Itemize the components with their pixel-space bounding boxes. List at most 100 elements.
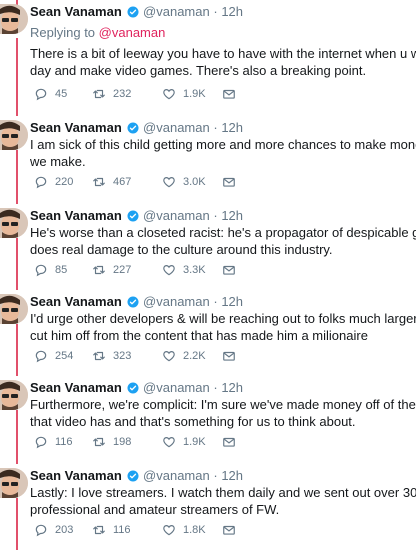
tweet[interactable]: Sean Vanaman @vanaman · 12h Lastly: I lo…: [0, 464, 416, 550]
tweet-thread: Sean Vanaman @vanaman · 12h Replying to …: [0, 0, 416, 550]
direct-message-button[interactable]: [222, 87, 236, 104]
timestamp[interactable]: 12h: [221, 120, 243, 135]
reply-mention-link[interactable]: @vanaman: [99, 25, 166, 40]
envelope-icon: [223, 265, 235, 275]
retweet-count: 198: [113, 436, 132, 448]
tweet-text-line: Lastly: I love streamers. I watch them d…: [30, 485, 416, 500]
reply-count: 45: [55, 88, 68, 100]
author-name[interactable]: Sean Vanaman: [30, 294, 122, 309]
separator-dot: ·: [213, 468, 218, 483]
like-count: 3.0K: [183, 176, 206, 188]
reply-icon: [35, 88, 47, 101]
author-handle[interactable]: @vanaman: [143, 380, 210, 395]
verified-badge-icon: [127, 210, 139, 222]
direct-message-button[interactable]: [222, 175, 236, 192]
retweet-button[interactable]: 227: [92, 263, 131, 277]
separator-dot: ·: [213, 4, 218, 19]
avatar[interactable]: [0, 208, 28, 238]
author-handle[interactable]: @vanaman: [143, 294, 210, 309]
tweet-header: Sean Vanaman @vanaman · 12h: [30, 468, 243, 484]
tweet[interactable]: Sean Vanaman @vanaman · 12h He's worse t…: [0, 204, 416, 290]
like-count: 2.2K: [183, 350, 206, 362]
author-handle[interactable]: @vanaman: [143, 120, 210, 135]
reply-button[interactable]: 203: [34, 523, 73, 537]
envelope-icon: [223, 89, 235, 99]
retweet-button[interactable]: 467: [92, 175, 131, 189]
tweet-text: I'd urge other developers & will be reac…: [30, 310, 416, 344]
avatar[interactable]: [0, 120, 28, 150]
heart-icon: [163, 89, 175, 100]
author-handle[interactable]: @vanaman: [143, 4, 210, 19]
like-button[interactable]: 1.9K: [162, 87, 206, 101]
author-name[interactable]: Sean Vanaman: [30, 4, 122, 19]
tweet[interactable]: Sean Vanaman @vanaman · 12h Furthermore,…: [0, 376, 416, 462]
like-button[interactable]: 1.9K: [162, 435, 206, 449]
like-count: 1.9K: [183, 436, 206, 448]
author-name[interactable]: Sean Vanaman: [30, 380, 122, 395]
like-button[interactable]: 1.8K: [162, 523, 206, 537]
retweet-icon: [93, 437, 105, 447]
retweet-count: 232: [113, 88, 132, 100]
separator-dot: ·: [213, 380, 218, 395]
tweet-text-line: cut him off from the content that has ma…: [30, 328, 368, 343]
retweet-count: 467: [113, 176, 132, 188]
like-count: 1.9K: [183, 88, 206, 100]
tweet-text-line: day and make video games. There's also a…: [30, 63, 367, 78]
tweet-text-line: He's worse than a closeted racist: he's …: [30, 225, 416, 240]
reply-button[interactable]: 116: [34, 435, 73, 449]
tweet-header: Sean Vanaman @vanaman · 12h: [30, 380, 243, 396]
retweet-icon: [93, 351, 105, 361]
tweet[interactable]: Sean Vanaman @vanaman · 12h I'd urge oth…: [0, 290, 416, 376]
heart-icon: [163, 177, 175, 188]
tweet[interactable]: Sean Vanaman @vanaman · 12h I am sick of…: [0, 116, 416, 202]
avatar[interactable]: [0, 380, 28, 410]
retweet-button[interactable]: 198: [92, 435, 131, 449]
tweet-text: Furthermore, we're complicit: I'm sure w…: [30, 396, 416, 430]
timestamp[interactable]: 12h: [221, 294, 243, 309]
tweet[interactable]: Sean Vanaman @vanaman · 12h Replying to …: [0, 0, 416, 86]
separator-dot: ·: [213, 294, 218, 309]
reply-button[interactable]: 254: [34, 349, 73, 363]
like-count: 3.3K: [183, 264, 206, 276]
retweet-button[interactable]: 323: [92, 349, 131, 363]
reply-count: 254: [55, 350, 74, 362]
reply-icon: [35, 264, 47, 277]
timestamp[interactable]: 12h: [221, 380, 243, 395]
direct-message-button[interactable]: [222, 523, 236, 540]
timestamp[interactable]: 12h: [221, 4, 243, 19]
direct-message-button[interactable]: [222, 263, 236, 280]
reply-count: 203: [55, 524, 74, 536]
author-handle[interactable]: @vanaman: [143, 208, 210, 223]
tweet-text-line: we make.: [30, 154, 86, 169]
like-button[interactable]: 2.2K: [162, 349, 206, 363]
retweet-button[interactable]: 116: [92, 523, 131, 537]
retweet-count: 323: [113, 350, 132, 362]
author-name[interactable]: Sean Vanaman: [30, 468, 122, 483]
avatar[interactable]: [0, 468, 28, 498]
avatar[interactable]: [0, 4, 28, 34]
like-button[interactable]: 3.0K: [162, 175, 206, 189]
tweet-text: I am sick of this child getting more and…: [30, 136, 416, 170]
reply-button[interactable]: 85: [34, 263, 67, 277]
tweet-text-line: does real damage to the culture around t…: [30, 242, 333, 257]
author-name[interactable]: Sean Vanaman: [30, 208, 122, 223]
reply-count: 116: [55, 436, 73, 448]
timestamp[interactable]: 12h: [221, 208, 243, 223]
reply-button[interactable]: 45: [34, 87, 67, 101]
timestamp[interactable]: 12h: [221, 468, 243, 483]
tweet-text-line: I am sick of this child getting more and…: [30, 137, 416, 152]
reply-icon: [35, 176, 47, 189]
direct-message-button[interactable]: [222, 435, 236, 452]
like-button[interactable]: 3.3K: [162, 263, 206, 277]
retweet-icon: [93, 265, 105, 275]
reply-button[interactable]: 220: [34, 175, 73, 189]
retweet-icon: [93, 89, 105, 99]
avatar[interactable]: [0, 294, 28, 324]
reply-icon: [35, 436, 47, 449]
direct-message-button[interactable]: [222, 349, 236, 366]
heart-icon: [163, 351, 175, 362]
author-name[interactable]: Sean Vanaman: [30, 120, 122, 135]
retweet-count: 227: [113, 264, 132, 276]
author-handle[interactable]: @vanaman: [143, 468, 210, 483]
retweet-button[interactable]: 232: [92, 87, 131, 101]
